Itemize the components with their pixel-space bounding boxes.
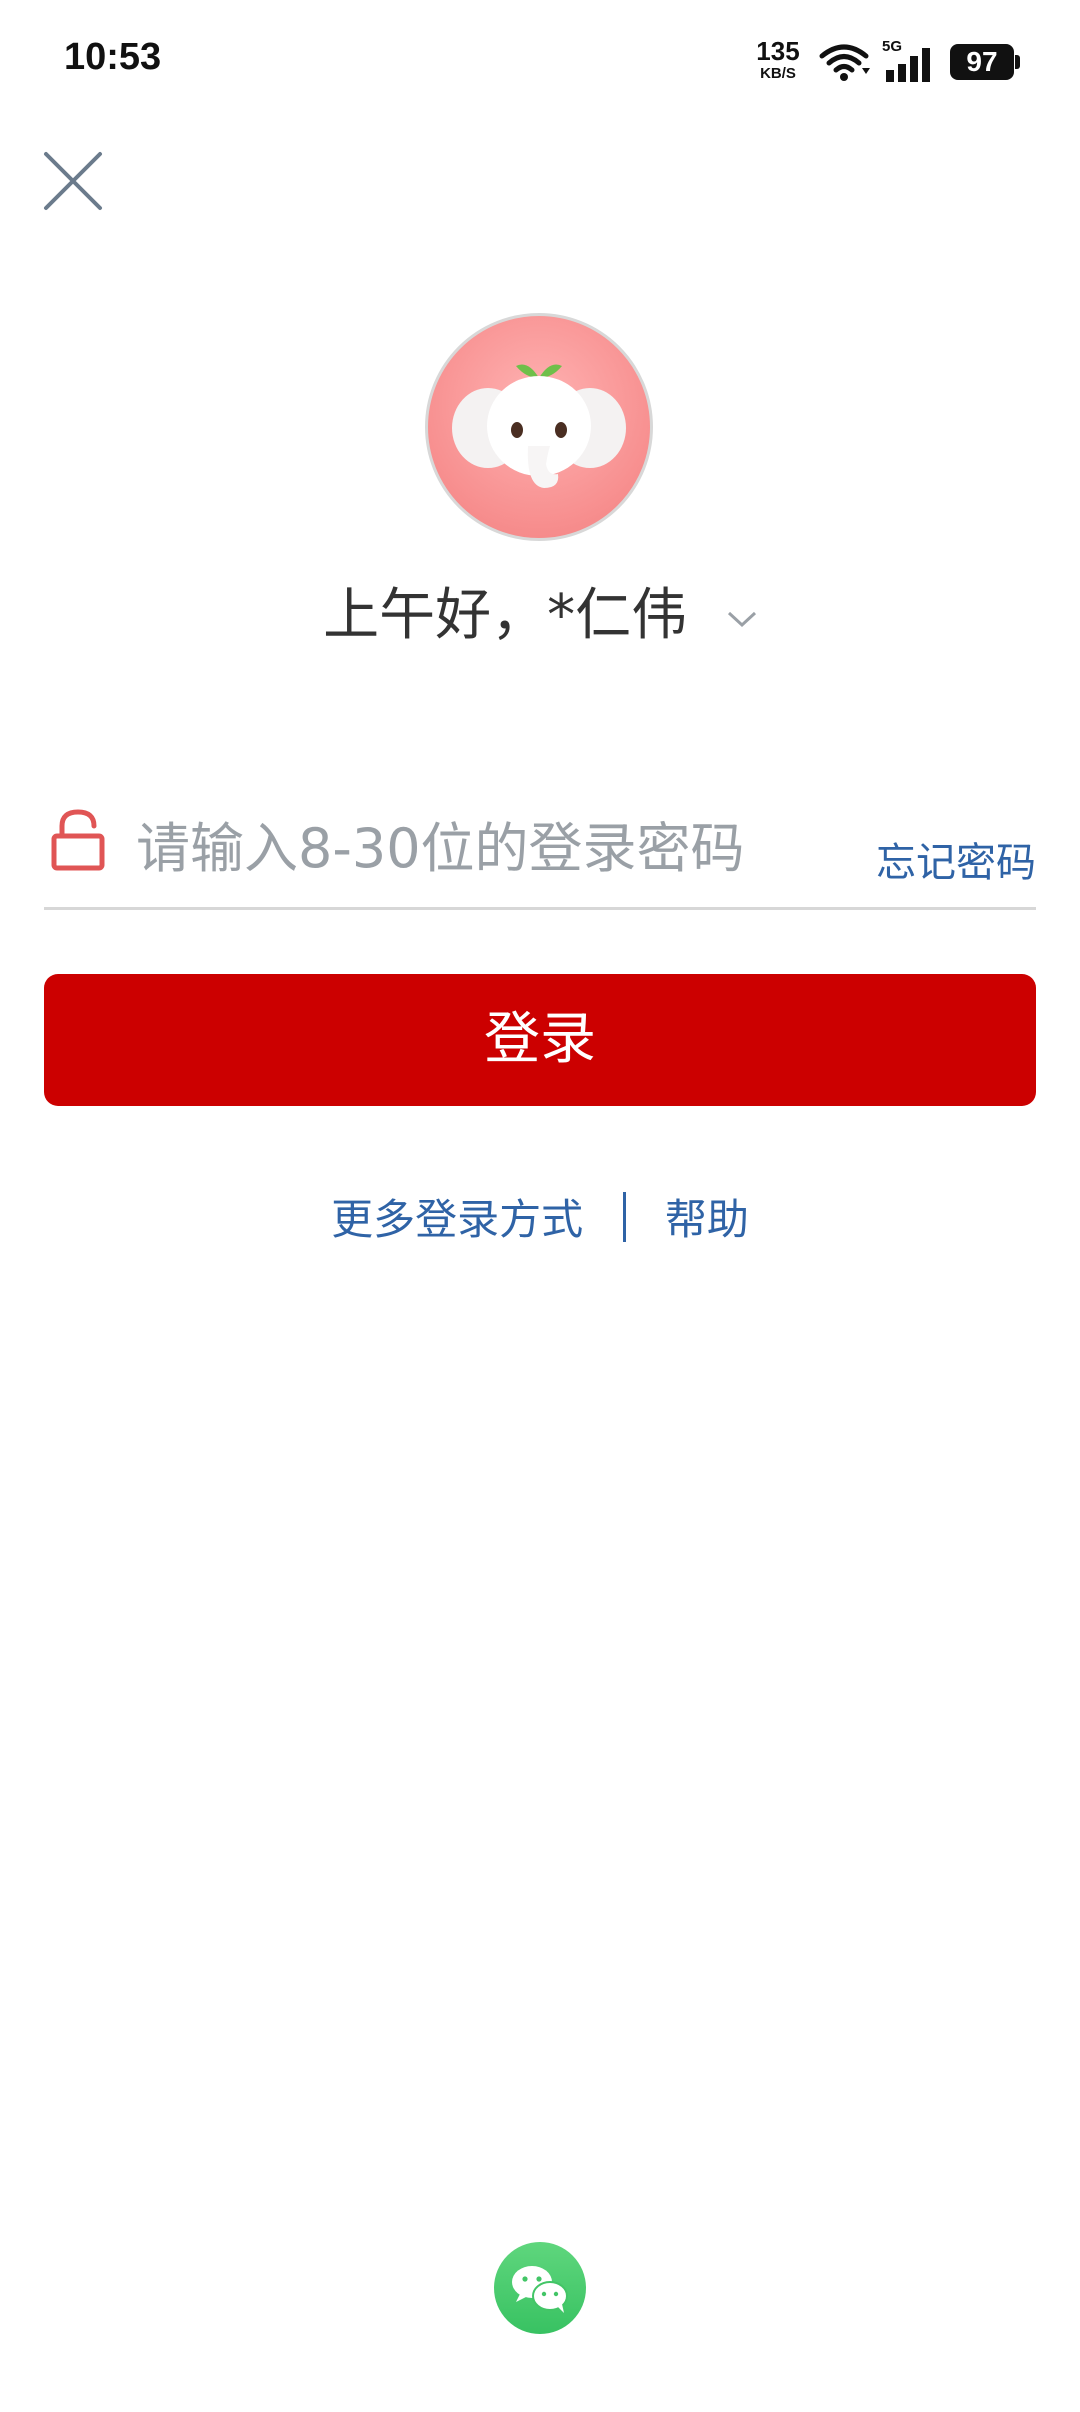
battery-indicator: 97	[950, 44, 1020, 80]
network-speed: 135 KB/S	[754, 38, 802, 81]
signal-group: 5G	[880, 38, 940, 82]
greeting-text: 上午好，*仁伟	[323, 583, 688, 648]
more-login-methods-link[interactable]: 更多登录方式	[331, 1195, 583, 1244]
close-icon	[44, 152, 102, 210]
wifi-icon	[819, 44, 870, 81]
password-row: 忘记密码	[44, 790, 1036, 910]
wechat-icon	[512, 2266, 568, 2313]
lock-icon	[51, 809, 105, 871]
avatar	[425, 313, 653, 541]
signal-icon	[886, 48, 930, 82]
clock-time: 10:53	[64, 36, 162, 78]
status-bar: 10:53 135 KB/S 5G 97	[0, 0, 1080, 120]
login-links: 更多登录方式 帮助	[0, 1186, 1080, 1247]
network-speed-value: 135	[756, 36, 800, 66]
greeting-account-selector[interactable]: 上午好，*仁伟	[0, 570, 1080, 651]
wechat-login-button[interactable]	[494, 2242, 586, 2334]
forgot-password-link[interactable]: 忘记密码	[876, 830, 1036, 888]
elephant-mascot-icon	[452, 364, 626, 488]
password-input[interactable]	[136, 812, 876, 884]
link-divider	[622, 1191, 626, 1242]
help-link[interactable]: 帮助	[665, 1195, 749, 1244]
close-button[interactable]	[40, 148, 106, 214]
login-button[interactable]: 登录	[44, 974, 1036, 1106]
network-speed-unit: KB/S	[760, 65, 796, 82]
chevron-down-icon	[727, 611, 756, 627]
